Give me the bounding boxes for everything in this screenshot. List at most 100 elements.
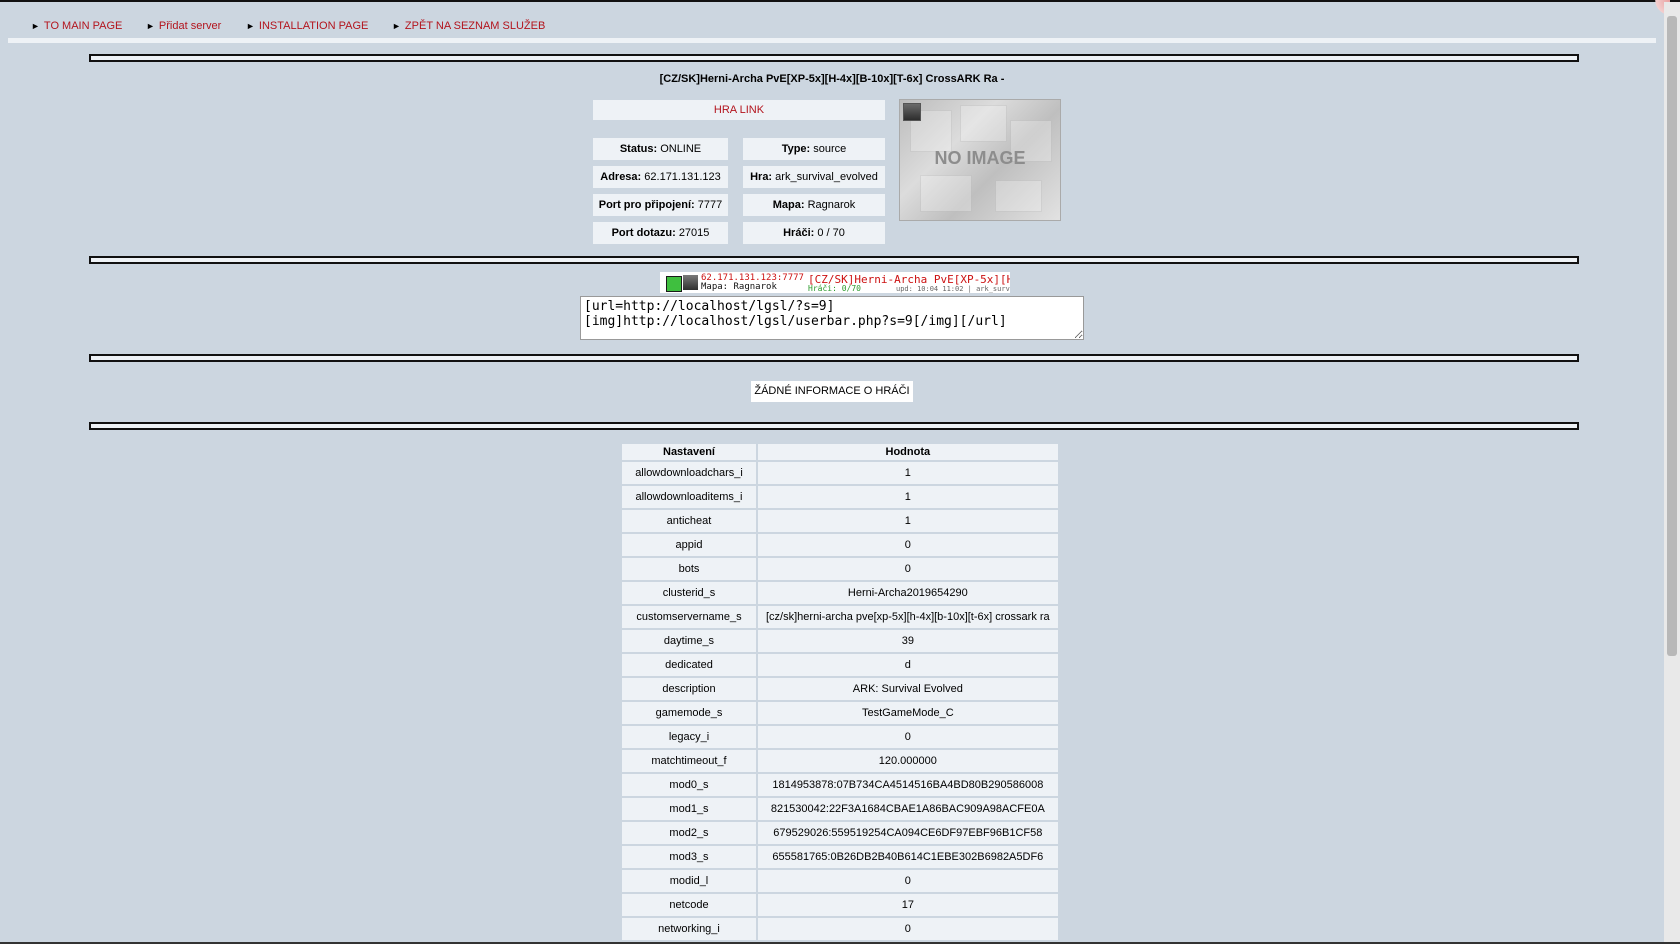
field-label: Mapa:: [772, 199, 805, 211]
address-field: Adresa: 62.171.131.123: [593, 166, 728, 188]
setting-key: gamemode_s: [622, 702, 756, 724]
field-label: Hra:: [750, 171, 773, 183]
query-port-field: Port dotazu: 27015: [593, 222, 728, 244]
table-row: customservername_s [cz/sk]herni-archa pve…: [622, 606, 1058, 628]
type-field: Type: source: [743, 138, 885, 160]
table-row: mod3_s 655581765:0B26DB2B40B614C1EBE302B6…: [622, 846, 1058, 868]
field-value: 27015: [678, 227, 710, 239]
setting-key: legacy_i: [622, 726, 756, 748]
setting-key: bots: [622, 558, 756, 580]
table-row: clusterid_s Herni-Archa2019654290: [622, 582, 1058, 604]
table-row: legacy_i 0: [622, 726, 1058, 748]
setting-key: dedicated: [622, 654, 756, 676]
table-row: netcode 17: [622, 894, 1058, 916]
setting-value: 655581765:0B26DB2B40B614C1EBE302B6982A5D…: [758, 846, 1058, 868]
setting-value: 1814953878:07B734CA4514516BA4BD80B290586…: [758, 774, 1058, 796]
nav-installation-page-link[interactable]: ► INSTALLATION PAGE: [246, 20, 368, 32]
nav-label: Přidat server: [158, 20, 222, 32]
arrow-right-icon: ►: [392, 21, 401, 31]
setting-key: netcode: [622, 894, 756, 916]
table-row: bots 0: [622, 558, 1058, 580]
server-settings-table: Nastavení Hodnota allowdownloadchars_i 1 a…: [620, 442, 1060, 942]
game-icon: [903, 103, 921, 121]
no-player-info-message: ŽÁDNÉ INFORMACE O HRÁČI: [751, 381, 913, 402]
table-row: description ARK: Survival Evolved: [622, 678, 1058, 700]
setting-value: 39: [758, 630, 1058, 652]
table-row: gamemode_s TestGameMode_C: [622, 702, 1058, 724]
setting-value: 679529026:559519254CA094CE6DF97EBF96B1CF…: [758, 822, 1058, 844]
column-header-value: Hodnota: [758, 444, 1058, 460]
bbcode-textarea[interactable]: [580, 296, 1084, 340]
setting-key: mod0_s: [622, 774, 756, 796]
nav-back-to-list-link[interactable]: ► ZPĚT NA SEZNAM SLUŽEB: [392, 20, 545, 32]
userbar-map: Mapa: Ragnarok: [701, 282, 777, 292]
field-value: 0 / 70: [817, 227, 845, 239]
game-icon: [683, 275, 698, 290]
field-value: Ragnarok: [807, 199, 856, 211]
setting-value: 0: [758, 870, 1058, 892]
setting-value: 1: [758, 510, 1058, 532]
column-header-setting: Nastavení: [622, 444, 756, 460]
nav-label: INSTALLATION PAGE: [258, 20, 369, 32]
game-field: Hra: ark_survival_evolved: [743, 166, 885, 188]
table-row: networking_i 0: [622, 918, 1058, 940]
setting-value: 821530042:22F3A1684CBAE1A86BAC909A98ACFE…: [758, 798, 1058, 820]
setting-value: 17: [758, 894, 1058, 916]
image-tile: [995, 180, 1042, 212]
setting-value: TestGameMode_C: [758, 702, 1058, 724]
setting-key: mod1_s: [622, 798, 756, 820]
section-divider: [89, 354, 1579, 362]
setting-key: allowdownloadchars_i: [622, 462, 756, 484]
field-value: 7777: [697, 199, 723, 211]
vertical-scrollbar[interactable]: [1664, 2, 1680, 942]
table-row: mod1_s 821530042:22F3A1684CBAE1A86BAC909A…: [622, 798, 1058, 820]
setting-value: 120.000000: [758, 750, 1058, 772]
arrow-right-icon: ►: [31, 21, 40, 31]
setting-value: 0: [758, 726, 1058, 748]
field-value: 62.171.131.123: [644, 171, 721, 183]
field-label: Port dotazu:: [611, 227, 676, 239]
userbar-banner[interactable]: 62.171.131.123:7777 Mapa: Ragnarok [CZ/S…: [660, 272, 1010, 293]
setting-key: daytime_s: [622, 630, 756, 652]
setting-value: ARK: Survival Evolved: [758, 678, 1058, 700]
online-status-icon: [666, 276, 682, 292]
section-divider: [89, 54, 1579, 62]
setting-value: 0: [758, 558, 1058, 580]
game-link[interactable]: HRA LINK: [593, 100, 885, 120]
no-image-label: NO IMAGE: [934, 148, 1026, 168]
server-title: [CZ/SK]Herni-Archa PvE[XP-5x][H-4x][B-10…: [659, 73, 1005, 85]
table-row: matchtimeout_f 120.000000: [622, 750, 1058, 772]
setting-value: 0: [758, 534, 1058, 556]
setting-value: Herni-Archa2019654290: [758, 582, 1058, 604]
field-value: source: [813, 143, 847, 155]
table-header-row: Nastavení Hodnota: [622, 444, 1058, 460]
setting-key: mod2_s: [622, 822, 756, 844]
field-value: ark_survival_evolved: [775, 171, 878, 183]
setting-value: d: [758, 654, 1058, 676]
nav-label: TO MAIN PAGE: [43, 20, 123, 32]
userbar-updated: upd: 10:04 11:02 | ark_survival: [896, 285, 1010, 293]
table-row: allowdownloadchars_i 1: [622, 462, 1058, 484]
field-label: Hráči:: [783, 227, 815, 239]
table-row: dedicated d: [622, 654, 1058, 676]
table-row: daytime_s 39: [622, 630, 1058, 652]
players-field: Hráči: 0 / 70: [743, 222, 885, 244]
scrollbar-thumb[interactable]: [1667, 16, 1677, 656]
field-value: ONLINE: [660, 143, 702, 155]
setting-key: matchtimeout_f: [622, 750, 756, 772]
field-label: Adresa:: [600, 171, 642, 183]
connect-port-field: Port pro připojení: 7777: [593, 194, 728, 216]
setting-key: description: [622, 678, 756, 700]
userbar-players: Hráči: 0/70: [808, 284, 861, 293]
section-divider: [89, 256, 1579, 264]
image-tile: [960, 105, 1007, 142]
setting-key: customservername_s: [622, 606, 756, 628]
nav-add-server-link[interactable]: ► Přidat server: [146, 20, 221, 32]
field-label: Status:: [619, 143, 658, 155]
arrow-right-icon: ►: [146, 21, 155, 31]
table-row: appid 0: [622, 534, 1058, 556]
nav-main-page-link[interactable]: ► TO MAIN PAGE: [31, 20, 122, 32]
nav-underline: [8, 38, 1656, 43]
table-row: mod2_s 679529026:559519254CA094CE6DF97EBF…: [622, 822, 1058, 844]
setting-key: networking_i: [622, 918, 756, 940]
